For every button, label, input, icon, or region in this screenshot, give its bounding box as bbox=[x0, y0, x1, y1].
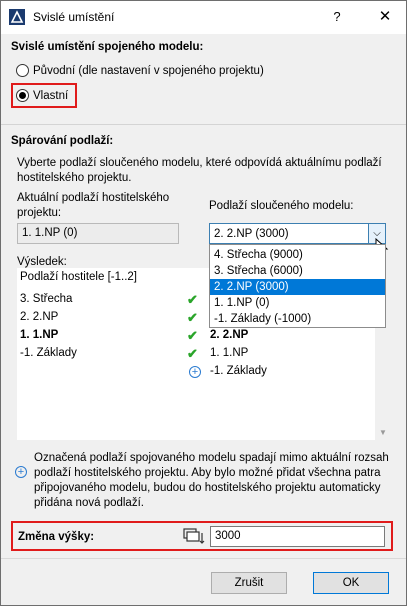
host-story-value: 1. 1.NP (0) bbox=[22, 227, 78, 239]
info-add-icon: + bbox=[15, 466, 27, 478]
scroll-down-icon[interactable]: ▼ bbox=[379, 428, 387, 437]
pairing-description: Vyberte podlaží sloučeného modelu, které… bbox=[17, 157, 382, 184]
cancel-button[interactable]: Zrušit bbox=[211, 572, 287, 594]
merged-option[interactable]: 4. Střecha (9000) bbox=[210, 247, 385, 263]
check-anchor-icon: ✔ bbox=[187, 328, 198, 343]
check-icon: ✔ bbox=[187, 292, 198, 307]
model-story-row-new: -1. Základy bbox=[210, 365, 267, 377]
height-change-label: Změna výšky: bbox=[18, 531, 95, 543]
dialog-footer: Zrušit OK bbox=[1, 558, 406, 605]
title-bar: Svislé umístění ? ✕ bbox=[1, 1, 406, 34]
info-message: Označená podlaží spojovaného modelu spad… bbox=[34, 452, 389, 509]
merged-story-select[interactable]: 2. 2.NP (3000) ⌵ bbox=[209, 223, 386, 244]
archicad-app-icon bbox=[9, 9, 25, 25]
model-story-row-current: 2. 2.NP bbox=[210, 329, 249, 341]
host-story-row: 2. 2.NP bbox=[20, 311, 59, 323]
merged-option[interactable]: 1. 1.NP (0) bbox=[210, 295, 385, 311]
host-story-label: Aktuální podlaží hostitelského projektu: bbox=[17, 192, 170, 219]
merged-option-selected[interactable]: 2. 2.NP (3000) bbox=[210, 279, 385, 295]
host-story-row-current: 1. 1.NP bbox=[20, 329, 59, 341]
height-change-input[interactable]: 3000 bbox=[210, 526, 385, 547]
height-change-value: 3000 bbox=[215, 530, 241, 542]
elevation-offset-icon bbox=[183, 528, 205, 544]
section-divider bbox=[1, 124, 406, 125]
pairing-title: Spárování podlaží: bbox=[11, 135, 114, 147]
host-story-row: 3. Střecha bbox=[20, 293, 73, 305]
radio-custom-label: Vlastní bbox=[33, 89, 69, 102]
merged-story-options-list[interactable]: 4. Střecha (9000) 3. Střecha (6000) 2. 2… bbox=[209, 244, 386, 328]
radio-original-circle[interactable] bbox=[16, 64, 29, 77]
radio-custom[interactable]: Vlastní bbox=[16, 89, 68, 102]
add-story-icon: + bbox=[189, 366, 201, 378]
dialog-window: Svislé umístění ? ✕ Svislé umístění spoj… bbox=[0, 0, 407, 606]
radio-original-label: Původní (dle nastavení v spojeného proje… bbox=[33, 64, 264, 77]
ok-button[interactable]: OK bbox=[313, 572, 389, 594]
check-icon: ✔ bbox=[187, 346, 198, 361]
help-button[interactable]: ? bbox=[326, 7, 348, 27]
close-button[interactable]: ✕ bbox=[374, 7, 396, 27]
model-story-row: 1. 1.NP bbox=[210, 347, 249, 359]
window-title: Svislé umístění bbox=[33, 10, 115, 24]
radio-original[interactable]: Původní (dle nastavení v spojeného proje… bbox=[16, 64, 264, 77]
merged-option[interactable]: -1. Základy (-1000) bbox=[210, 311, 385, 327]
merged-story-label: Podlaží sloučeného modelu: bbox=[209, 200, 354, 212]
vertical-placement-title: Svislé umístění spojeného modelu: bbox=[11, 41, 204, 53]
merged-story-value: 2. 2.NP (3000) bbox=[214, 228, 289, 240]
check-icon: ✔ bbox=[187, 310, 198, 325]
host-story-field: 1. 1.NP (0) bbox=[17, 223, 179, 244]
dialog-body: Svislé umístění spojeného modelu: Původn… bbox=[1, 34, 406, 558]
host-story-row: -1. Základy bbox=[20, 347, 77, 359]
radio-custom-circle[interactable] bbox=[16, 89, 29, 102]
result-header: Podlaží hostitele [-1..2] bbox=[20, 271, 137, 283]
merged-option[interactable]: 3. Střecha (6000) bbox=[210, 263, 385, 279]
